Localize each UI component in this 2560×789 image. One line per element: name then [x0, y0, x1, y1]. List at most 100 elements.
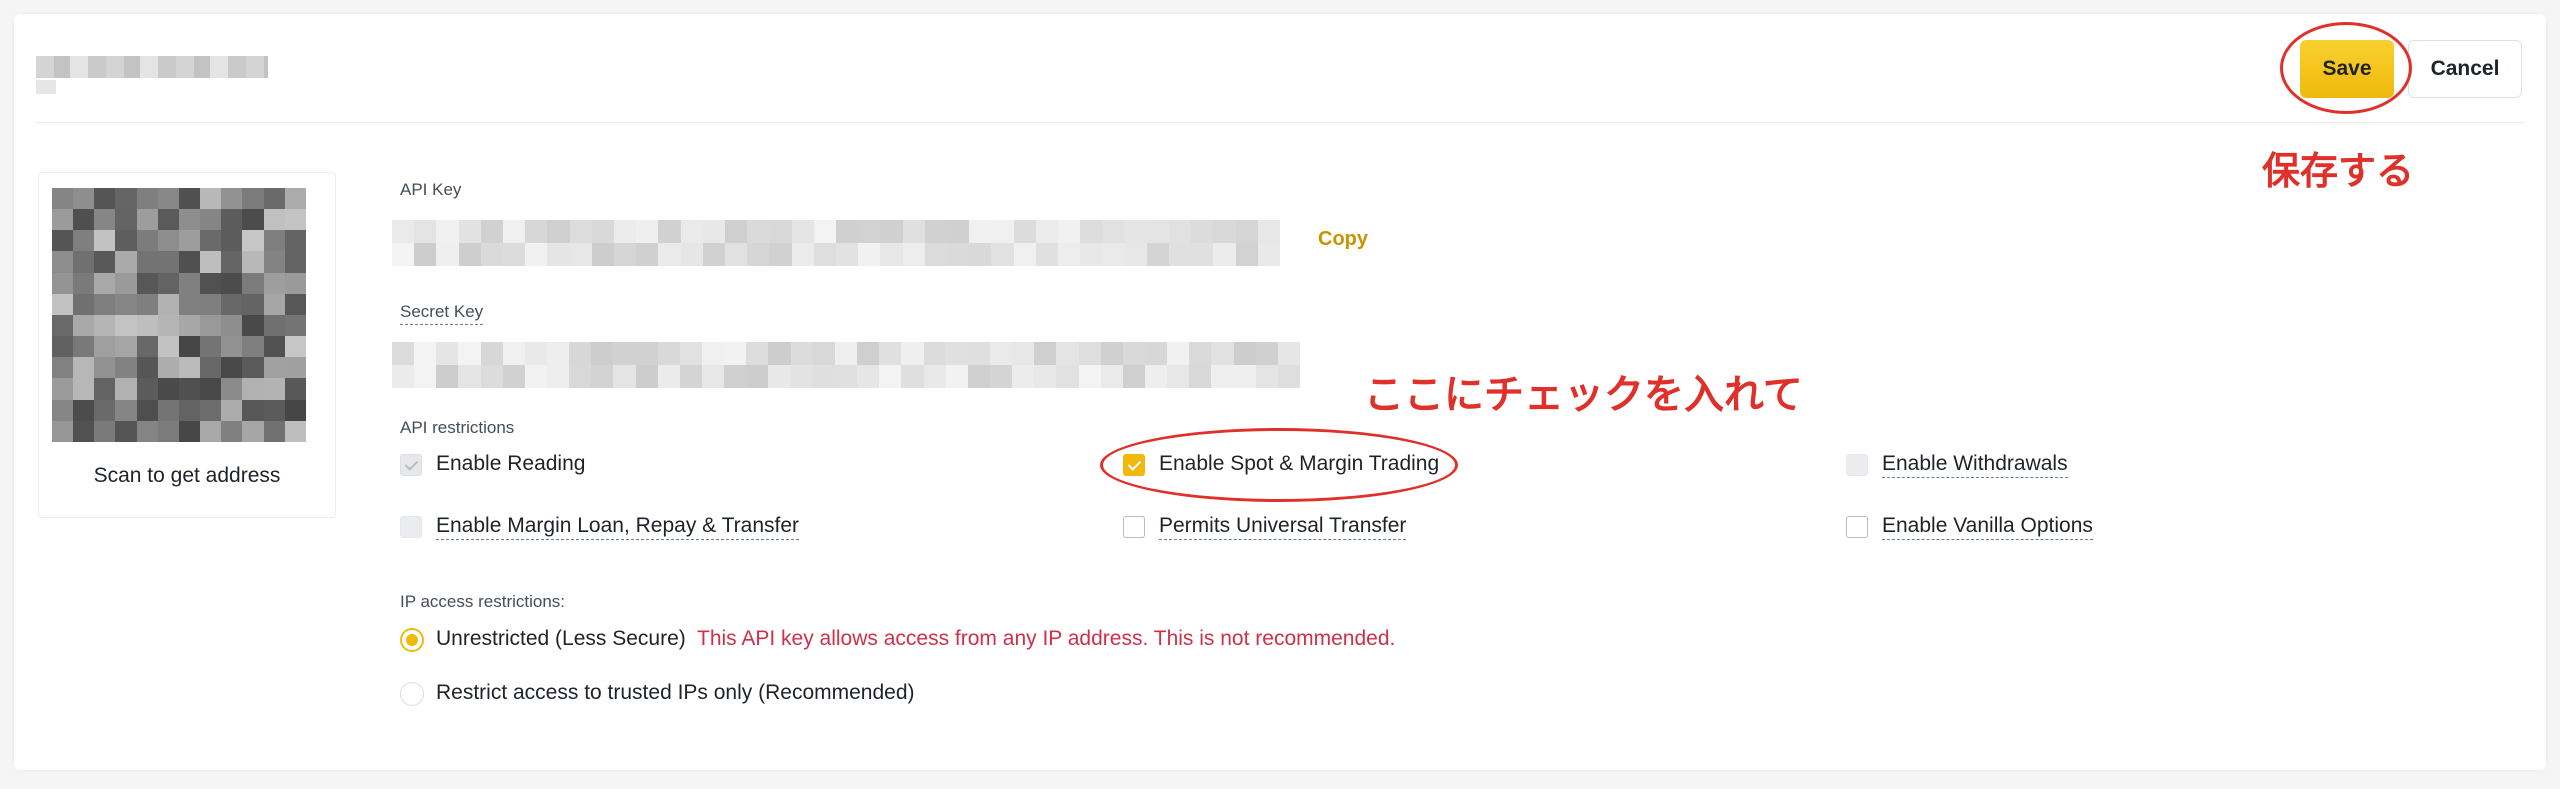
redaction-pixel [991, 220, 1014, 243]
redaction-pixel [1100, 365, 1123, 388]
redaction-pixel [414, 342, 437, 365]
enable-margin-loan-checkbox[interactable] [400, 516, 422, 538]
enable-margin-loan-label: Enable Margin Loan, Repay & Transfer [436, 514, 800, 540]
qr-pixel [157, 293, 179, 315]
redaction-pixel [857, 365, 880, 388]
redaction-pixel [1257, 243, 1280, 266]
enable-reading-checkbox[interactable] [400, 454, 422, 476]
qr-pixel [73, 314, 95, 337]
redaction-pixel [436, 365, 459, 388]
redaction-pixel [458, 365, 481, 388]
redaction-pixel [392, 342, 415, 365]
redaction-pixel [458, 342, 481, 365]
redaction-pixel [1235, 220, 1258, 243]
enable-vanilla-options-checkbox[interactable] [1846, 516, 1868, 538]
qr-pixel [242, 420, 264, 442]
redaction-pixel [702, 243, 725, 266]
redaction-pixel [525, 220, 548, 243]
qr-pixel [52, 209, 74, 231]
permits-universal-transfer-checkbox[interactable] [1123, 516, 1145, 538]
enable-reading-label: Enable Reading [436, 452, 586, 475]
redaction-pixel [1102, 220, 1125, 243]
redaction-pixel [636, 243, 659, 266]
qr-pixel [73, 251, 95, 273]
redaction-pixel [747, 243, 770, 266]
redaction-pixel [635, 342, 658, 365]
redaction-pixel [547, 342, 570, 365]
restrict-trusted-ips-radio[interactable] [400, 682, 424, 706]
qr-pixel [263, 230, 285, 252]
redaction-pixel [989, 342, 1013, 365]
enable-withdrawals-checkbox[interactable] [1846, 454, 1868, 476]
redaction-pixel [502, 365, 525, 388]
qr-pixel [115, 209, 137, 231]
redaction-pixel [414, 365, 437, 388]
redaction-pixel [947, 220, 970, 243]
redaction-pixel [702, 342, 725, 365]
unrestricted-radio[interactable] [400, 628, 424, 652]
redaction-pixel [945, 342, 968, 365]
restrict-trusted-ips-label: Restrict access to trusted IPs only (Rec… [436, 681, 915, 704]
qr-caption: Scan to get address [93, 464, 281, 487]
qr-pixel [94, 420, 116, 442]
qr-pixel [178, 251, 201, 273]
spot-trading-annotation-circle [1100, 428, 1458, 502]
qr-pixel [94, 314, 116, 337]
redaction-pixel [1213, 220, 1236, 243]
redacted-title-fragment [36, 80, 56, 94]
redaction-pixel [924, 243, 947, 266]
enable-withdrawals-label: Enable Withdrawals [1882, 452, 2068, 478]
qr-pixel [73, 378, 95, 400]
redaction-pixel [480, 365, 503, 388]
qr-pixel [178, 357, 201, 379]
qr-pixel [284, 272, 306, 294]
redaction-pixel [880, 243, 903, 266]
qr-pixel [157, 272, 179, 294]
redaction-pixel [480, 220, 503, 243]
qr-pixel [157, 336, 179, 358]
redaction-pixel [480, 243, 503, 266]
redaction-pixel [591, 365, 614, 388]
redaction-pixel [1213, 243, 1236, 266]
redaction-pixel [1012, 365, 1035, 388]
redaction-pixel [613, 342, 636, 365]
redacted-title [36, 56, 268, 78]
qr-pixel [115, 399, 137, 421]
copy-api-key-button[interactable]: Copy [1318, 228, 1368, 251]
qr-pixel [284, 420, 306, 442]
qr-pixel [157, 188, 179, 210]
redaction-pixel [902, 220, 925, 243]
qr-pixel [52, 314, 74, 337]
qr-pixel [157, 357, 179, 379]
redaction-pixel [1191, 243, 1214, 266]
qr-pixel [94, 399, 116, 421]
redaction-pixel [790, 365, 813, 388]
redaction-pixel [947, 243, 970, 266]
redaction-pixel [591, 220, 614, 243]
qr-pixel [52, 399, 74, 421]
redaction-pixel [1211, 342, 1234, 365]
qr-pixel [221, 314, 243, 337]
redaction-pixel [1013, 243, 1036, 266]
qr-pixel [73, 399, 95, 421]
redaction-pixel [967, 365, 990, 388]
qr-pixel [52, 336, 74, 358]
qr-pixel [52, 357, 74, 379]
redaction-pixel [1146, 220, 1169, 243]
qr-pixel [200, 251, 222, 273]
qr-pixel [242, 230, 264, 252]
qr-pixel [242, 251, 264, 273]
qr-pixel [73, 272, 95, 294]
redaction-pixel [1189, 342, 1212, 365]
qr-pixel [94, 209, 116, 231]
qr-pixel [136, 230, 158, 252]
qr-pixel [52, 188, 74, 210]
qr-pixel [157, 314, 179, 337]
qr-pixel [136, 378, 158, 400]
qr-pixel [221, 209, 243, 231]
redaction-pixel [836, 220, 859, 243]
redaction-pixel [1167, 342, 1190, 365]
redaction-pixel [768, 342, 791, 365]
cancel-button[interactable]: Cancel [2408, 40, 2522, 98]
redaction-pixel [635, 365, 658, 388]
